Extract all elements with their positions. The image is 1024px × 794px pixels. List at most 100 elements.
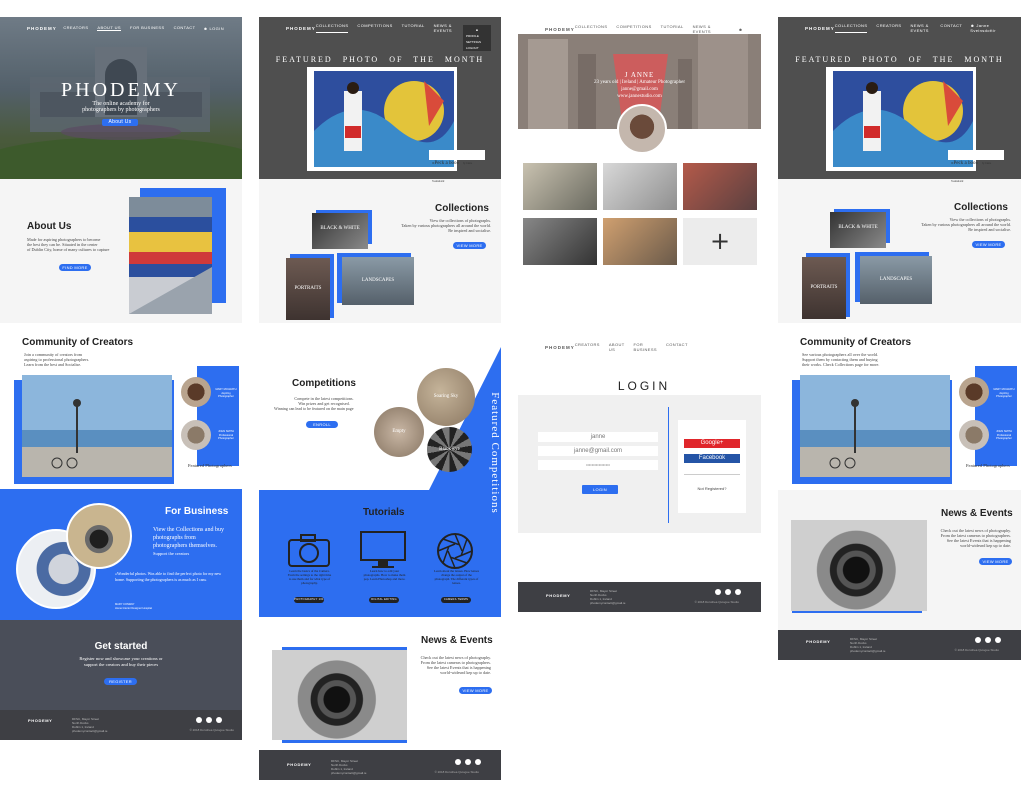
login-button[interactable]: LOGIN xyxy=(582,485,618,494)
instagram-icon[interactable] xyxy=(985,637,991,643)
tutorial-button-digital-editing[interactable]: DIGITAL EDITING xyxy=(369,597,399,603)
nav-logo[interactable]: PHODEMY xyxy=(27,26,57,31)
tile-bw-label-2: BLACK & WHITE xyxy=(838,225,878,230)
gallery-photo-5[interactable] xyxy=(603,218,677,265)
about-find-more-button[interactable]: FIND MORE xyxy=(59,264,91,271)
nav-link-collections-d[interactable]: COLLECTIONS xyxy=(834,23,868,33)
collections-view-more-button-2[interactable]: VIEW MORE xyxy=(972,241,1005,248)
nav-link-competitions[interactable]: COMPETITIONS xyxy=(357,23,392,33)
not-registered-link[interactable]: Not Registered? xyxy=(678,486,746,491)
nav-link-tutorial[interactable]: TUTORIAL xyxy=(402,23,425,33)
avatar[interactable] xyxy=(617,104,667,154)
competition-black-eye[interactable]: Black Eye xyxy=(427,427,472,472)
nav-link-collections-c[interactable]: COLLECTIONS xyxy=(575,24,608,34)
twitter-icon[interactable] xyxy=(995,637,1001,643)
monitor-icon xyxy=(360,531,406,568)
facebook-login-button[interactable]: Facebook xyxy=(684,454,740,463)
facebook-icon[interactable] xyxy=(455,759,461,765)
gallery-photo-3[interactable] xyxy=(683,163,757,210)
google-login-button[interactable]: Google+ xyxy=(684,439,740,448)
tile-landscapes-2[interactable]: LANDSCAPES xyxy=(860,256,932,304)
footer-email[interactable]: phodemycontact@gmail.ie xyxy=(72,729,107,733)
about-us-button[interactable]: About Us xyxy=(102,119,138,126)
profile-details: 23 years old | Ireland | Amateur Photogr… xyxy=(593,80,685,85)
collections-view-more-button[interactable]: VIEW MORE xyxy=(453,242,486,249)
nav-link-news-d[interactable]: NEWS & EVENTS xyxy=(910,23,931,33)
gallery-photo-4[interactable] xyxy=(523,218,597,265)
nav-link-creators[interactable]: CREATORS xyxy=(63,25,88,31)
nav-link-creators-d[interactable]: CREATORS xyxy=(876,23,901,33)
footer-email[interactable]: phodemycontact@gmail.ie xyxy=(331,771,366,775)
nav-link-about[interactable]: ABOUT US xyxy=(97,25,121,31)
nav-logo-login[interactable]: PHODEMY xyxy=(545,345,575,350)
nav-link-contact[interactable]: CONTACT xyxy=(174,25,196,31)
featured-caption: «Peck a boo» xyxy=(432,161,459,166)
password-input[interactable]: ••••••••••••••••• xyxy=(538,460,658,470)
nav-link-contact-login[interactable]: CONTACT xyxy=(666,342,688,352)
twitter-icon[interactable] xyxy=(216,717,222,723)
nav-link-business[interactable]: FOR BUSINESS xyxy=(130,25,165,31)
tutorial-button-photography-101[interactable]: PHOTOGRAPHY 101 xyxy=(294,597,324,603)
footer-logo-d[interactable]: PHODEMY xyxy=(806,639,830,644)
news-text-2-4: world-widesnd kep up to date. xyxy=(960,543,1011,548)
nav-login[interactable]: ☻ LOGIN xyxy=(203,26,224,31)
nav-logo-b[interactable]: PHODEMY xyxy=(286,26,316,31)
tile-landscapes[interactable]: LANDSCAPES xyxy=(342,257,414,305)
email-input[interactable]: janne@gmail.com xyxy=(538,446,658,456)
nav-user[interactable]: ☻ Janne Sveinsdottir xyxy=(970,23,1011,33)
instagram-icon[interactable] xyxy=(206,717,212,723)
tutorial-button-camera-terms[interactable]: CAMERA TERMS xyxy=(441,597,471,603)
instagram-icon[interactable] xyxy=(465,759,471,765)
enroll-button[interactable]: ENROLL xyxy=(306,421,338,428)
footer-logo[interactable]: PHODEMY xyxy=(28,718,52,723)
creator-avatar-1[interactable] xyxy=(181,377,211,407)
featured-photographers-label: Featured Photographers xyxy=(188,463,232,468)
nav-link-creators-login[interactable]: CREATORS xyxy=(575,342,600,352)
register-button[interactable]: REGISTER xyxy=(104,678,137,685)
nav-logo-d[interactable]: PHODEMY xyxy=(805,26,835,31)
footer-email[interactable]: phodemycontact@gmail.ie xyxy=(590,601,625,605)
facebook-icon[interactable] xyxy=(975,637,981,643)
creator-avatar-2-1[interactable] xyxy=(959,377,989,407)
username-input[interactable]: janne xyxy=(538,432,658,442)
facebook-icon[interactable] xyxy=(196,717,202,723)
gallery-photo-2[interactable] xyxy=(603,163,677,210)
news-title-2: News & Events xyxy=(941,508,1013,519)
competition-empty[interactable]: Empty xyxy=(374,407,424,457)
twitter-icon[interactable] xyxy=(475,759,481,765)
creator-avatar-2[interactable] xyxy=(181,420,211,450)
tile-portraits[interactable]: PORTRAITS xyxy=(286,258,330,320)
nav-link-collections[interactable]: COLLECTIONS xyxy=(315,23,349,33)
tile-black-white-2[interactable]: BLACK & WHITE xyxy=(830,212,886,248)
about-text-3: of Dublin City, home of many cultures to… xyxy=(27,247,110,252)
footer-logo-b[interactable]: PHODEMY xyxy=(287,762,311,767)
footer-logo-login[interactable]: PHODEMY xyxy=(546,593,570,598)
get-started-text-1: Register now and showcase your creations… xyxy=(79,656,163,661)
footer-email[interactable]: phodemycontact@gmail.ie xyxy=(850,649,885,653)
nav-link-news[interactable]: NEWS & EVENTS xyxy=(434,23,461,33)
news-view-more-button[interactable]: VIEW MORE xyxy=(459,687,492,694)
nav-link-competitions-c[interactable]: COMPETITIONS xyxy=(616,24,651,34)
get-started-text-2: support the creators and buy their piece… xyxy=(83,662,159,667)
twitter-icon[interactable] xyxy=(735,589,741,595)
nav-link-about-login[interactable]: ABOUT US xyxy=(609,342,625,352)
menu-item-logout[interactable]: LOGOUT xyxy=(466,45,488,51)
nav-link-business-login[interactable]: FOR BUSINESS xyxy=(634,342,657,352)
facebook-icon[interactable] xyxy=(715,589,721,595)
tile-portraits-2[interactable]: PORTRAITS xyxy=(802,257,846,319)
gallery-photo-1[interactable] xyxy=(523,163,597,210)
nav-link-contact-d[interactable]: CONTACT xyxy=(940,23,962,33)
add-photo-button[interactable]: + xyxy=(683,218,757,265)
nav-link-tutorial-c[interactable]: TUTORIAL xyxy=(661,24,684,34)
tile-black-white[interactable]: BLACK & WHITE xyxy=(312,213,368,249)
instagram-icon[interactable] xyxy=(725,589,731,595)
featured-title: FEATURED PHOTO OF THE MONTH xyxy=(275,55,485,64)
nav-link-news-c[interactable]: NEWS & EVENTS xyxy=(693,24,725,34)
competition-soaring-sky[interactable]: Soaring Sky xyxy=(417,368,475,426)
user-icon[interactable]: ☻ xyxy=(738,27,743,32)
tutorials-title: Tutorials xyxy=(363,507,405,518)
business-text-2: photographs from xyxy=(153,535,196,541)
creator-avatar-2-2[interactable] xyxy=(959,420,989,450)
nav-logo-c[interactable]: PHODEMY xyxy=(545,27,575,32)
news-view-more-button-2[interactable]: VIEW MORE xyxy=(979,558,1012,565)
